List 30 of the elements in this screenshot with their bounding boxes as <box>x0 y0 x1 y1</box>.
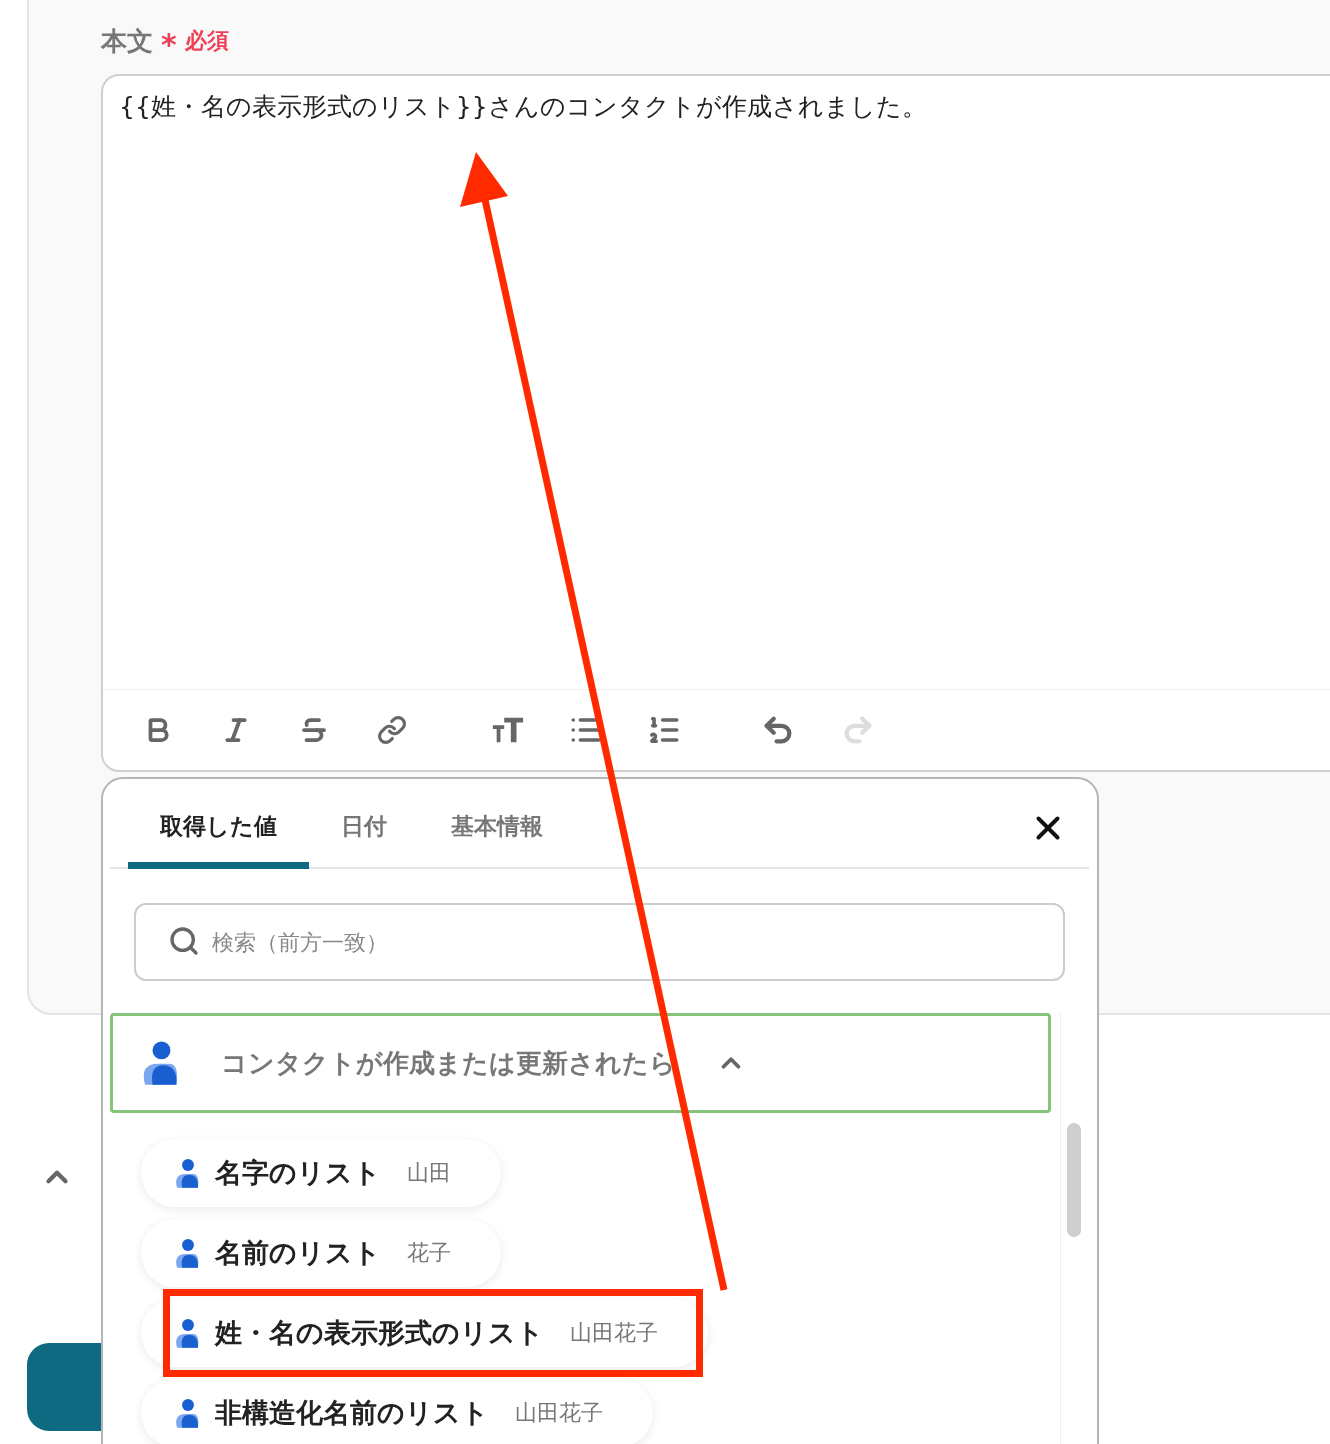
item-label: 名前のリスト <box>215 1236 381 1270</box>
item-label: 非構造化名前のリスト <box>215 1396 489 1430</box>
group-title: コンタクトが作成または更新されたら <box>221 1046 676 1080</box>
item-label: 姓・名の表示形式のリスト <box>215 1316 544 1350</box>
tab[interactable]: 基本情報 <box>419 811 575 869</box>
item-value: 山田花子 <box>515 1399 603 1427</box>
person-icon <box>173 1317 201 1349</box>
group-header[interactable]: コンタクトが作成または更新されたら <box>110 1013 1051 1113</box>
variable-item[interactable]: 名字のリスト 山田 <box>141 1139 501 1207</box>
tab[interactable]: 取得した値 <box>128 811 309 869</box>
variable-item[interactable]: 姓・名の表示形式のリスト 山田花子 <box>141 1299 708 1367</box>
person-icon <box>173 1397 201 1429</box>
item-value: 山田花子 <box>570 1319 658 1347</box>
editor-text: {{姓・名の表示形式のリスト}}さんのコンタクトが作成されました。 <box>118 91 928 123</box>
tab[interactable]: 日付 <box>309 811 419 869</box>
required-mark: * <box>161 30 177 60</box>
person-icon <box>173 1237 201 1269</box>
required-text: 必須 <box>184 27 229 55</box>
text-editor[interactable]: {{姓・名の表示形式のリスト}}さんのコンタクトが作成されました。 <box>101 74 1330 772</box>
item-label: 名字のリスト <box>215 1156 381 1190</box>
variable-item[interactable]: 非構造化名前のリスト 山田花子 <box>141 1379 653 1444</box>
item-value: 花子 <box>407 1239 451 1267</box>
variable-item[interactable]: 名前のリスト 花子 <box>141 1219 501 1287</box>
search-icon <box>168 925 200 957</box>
person-icon <box>173 1157 201 1189</box>
item-value: 山田 <box>407 1159 451 1187</box>
field-label: 本文 <box>101 24 153 58</box>
link-button[interactable] <box>375 713 409 747</box>
search-field[interactable]: 検索（前方一致） <box>134 903 1065 981</box>
scrollbar-thumb[interactable] <box>1067 1123 1081 1237</box>
